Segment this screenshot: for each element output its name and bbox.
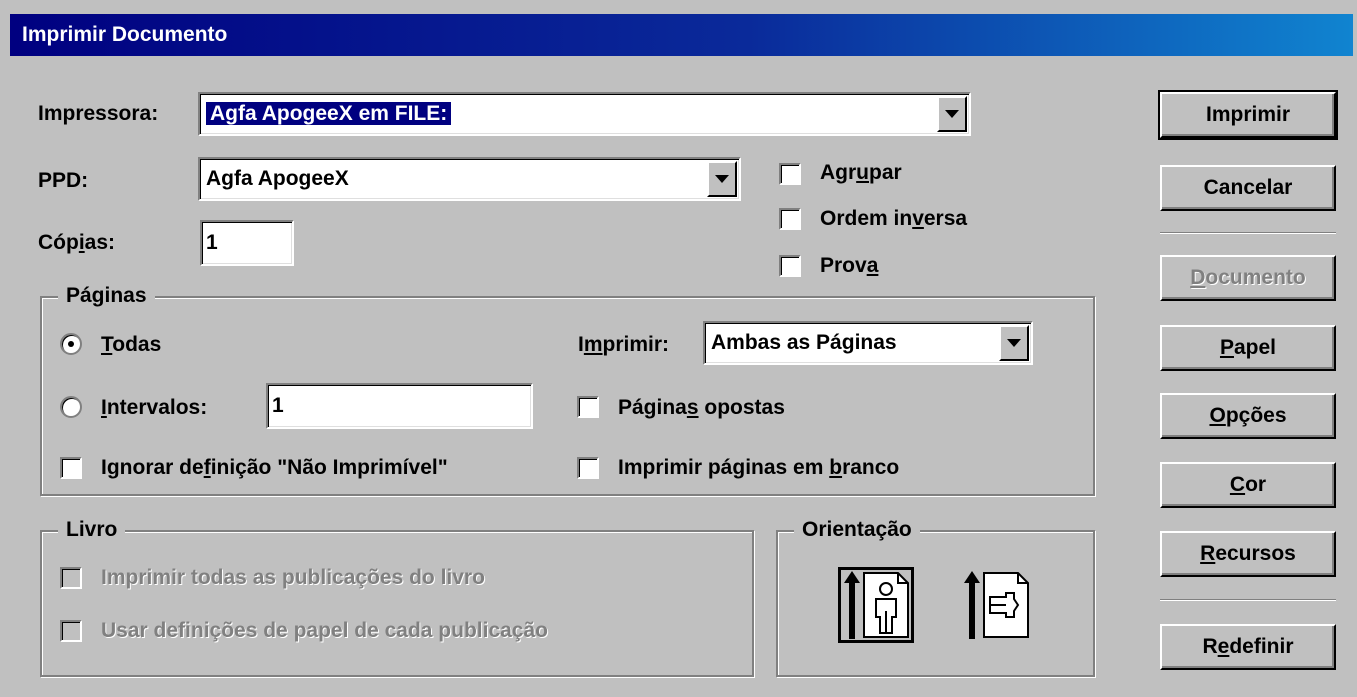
pages-group-title: Páginas [58,282,155,310]
ppd-dropdown-button[interactable] [707,161,737,197]
window-title: Imprimir Documento [22,23,228,46]
book-group: Livro [40,516,754,677]
collate-label: Agrupar [820,161,902,184]
document-button[interactable]: Documento [1160,255,1336,301]
resources-button[interactable]: Recursos [1160,531,1336,577]
reverse-order-checkbox[interactable] [779,208,801,230]
color-button[interactable]: Cor [1160,462,1336,508]
portrait-orientation-icon[interactable] [838,567,914,643]
orientation-group-title: Orientação [794,516,920,544]
blank-pages-label: Imprimir páginas em branco [618,456,900,479]
ppd-dropdown[interactable]: Agfa ApogeeX [198,157,741,201]
title-bar: Imprimir Documento [10,14,1353,56]
copies-label: Cópias: [38,231,116,254]
ignore-nonprintable-label: Ignorar definição "Não Imprimível" [101,456,448,479]
copies-input[interactable]: 1 [200,220,294,266]
button-separator [1160,599,1336,601]
book-group-title: Livro [58,516,126,544]
ppd-label: PPD: [38,169,89,192]
paper-button[interactable]: Papel [1160,325,1336,371]
use-paper-settings-label: Usar definições de papel de cada publica… [101,619,548,642]
printer-dropdown-button[interactable] [937,96,967,132]
printer-value: Agfa ApogeeX em FILE: [206,102,452,125]
ranges-label: Intervalos: [101,396,208,419]
opposite-pages-label: Páginas opostas [618,396,785,419]
print-which-dropdown-button[interactable] [999,325,1029,361]
collate-checkbox[interactable] [779,163,801,185]
print-all-publications-label: Imprimir todas as publicações do livro [101,566,485,589]
blank-pages-checkbox[interactable] [577,457,599,479]
opposite-pages-checkbox[interactable] [577,396,599,418]
proof-checkbox[interactable] [779,255,801,277]
reverse-order-label: Ordem inversa [820,207,968,230]
print-which-dropdown[interactable]: Ambas as Páginas [703,321,1033,365]
print-which-value: Ambas as Páginas [711,331,897,354]
chevron-down-icon [945,110,959,118]
use-paper-settings-checkbox[interactable] [60,620,82,642]
ranges-radio[interactable] [60,396,82,418]
printer-dropdown[interactable]: Agfa ApogeeX em FILE: [198,92,971,136]
cancel-button[interactable]: Cancelar [1160,165,1336,211]
proof-label: Prova [820,254,879,277]
all-pages-label: Todas [101,333,162,356]
print-button[interactable]: Imprimir [1158,90,1338,140]
ppd-value: Agfa ApogeeX [206,167,349,190]
reset-button[interactable]: Re definir [1160,624,1336,670]
copies-value: 1 [206,231,218,254]
chevron-down-icon [715,175,729,183]
options-button[interactable]: Opções [1160,393,1336,439]
orientation-group: Orientação [776,516,1095,677]
printer-label: Impressora: [38,102,159,125]
chevron-down-icon [1007,339,1021,347]
landscape-orientation-icon[interactable] [958,567,1034,643]
print-all-publications-checkbox[interactable] [60,567,82,589]
print-which-label: Imprimir: [578,333,670,356]
button-separator [1160,232,1336,234]
all-pages-radio[interactable] [60,333,82,355]
ranges-input[interactable]: 1 [266,383,533,429]
ignore-nonprintable-checkbox[interactable] [60,457,82,479]
ranges-value: 1 [272,394,284,417]
